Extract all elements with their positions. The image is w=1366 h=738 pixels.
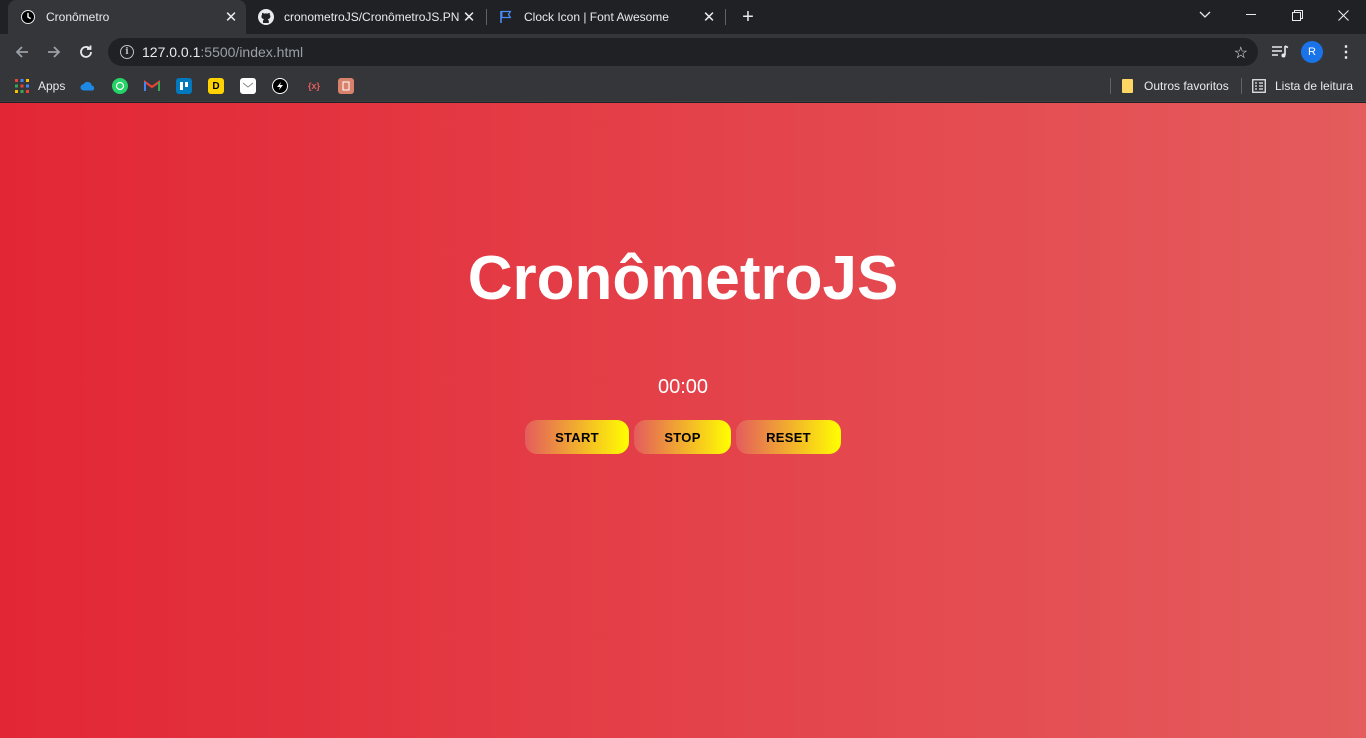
stop-button[interactable]: STOP (634, 420, 731, 454)
bolt-icon (272, 78, 288, 94)
close-window-button[interactable] (1320, 0, 1366, 30)
bookmark-other-favorites[interactable]: Outros favoritos (1120, 76, 1229, 96)
bookmark-trello[interactable] (176, 76, 192, 96)
envelope-icon (240, 78, 256, 94)
tab-title: Cronômetro (46, 10, 110, 24)
onedrive-cloud-icon (80, 78, 96, 94)
bookmark-onedrive[interactable] (80, 76, 96, 96)
github-icon (258, 9, 274, 25)
minimize-button[interactable] (1228, 0, 1274, 30)
forward-arrow-icon[interactable] (42, 40, 66, 64)
restore-button[interactable] (1274, 0, 1320, 30)
tab-strip: Cronômetro ✕ cronometroJS/CronômetroJS.P… (0, 0, 1366, 34)
bookmark-separator (1241, 78, 1242, 94)
new-tab-button[interactable]: + (737, 6, 759, 28)
bookmark-apps[interactable]: Apps (14, 76, 65, 96)
variable-x-icon: {x} (307, 81, 320, 91)
bookmark-bolt[interactable] (272, 76, 288, 96)
tab-separator (725, 9, 726, 25)
tab-title: cronometroJS/CronômetroJS.PNG (284, 10, 460, 24)
tab-cronometro[interactable]: Cronômetro ✕ (8, 0, 246, 34)
info-icon[interactable]: i (120, 45, 134, 59)
tab-title: Clock Icon | Font Awesome (524, 10, 669, 24)
close-tab-icon[interactable]: ✕ (222, 8, 240, 26)
reload-icon[interactable] (74, 40, 98, 64)
tab-search-icon[interactable] (1182, 0, 1228, 30)
reading-queue-icon[interactable] (1268, 40, 1292, 64)
timer-display: 00:00 (657, 376, 709, 398)
trello-icon (176, 78, 192, 94)
whatsapp-icon (112, 78, 128, 94)
start-button[interactable]: START (525, 420, 629, 454)
bookmark-reading-list[interactable]: Lista de leitura (1251, 76, 1353, 96)
avatar: R (1301, 41, 1323, 63)
tab-github[interactable]: cronometroJS/CronômetroJS.PNG ✕ (246, 0, 484, 34)
bookmark-gmail[interactable] (144, 76, 160, 96)
browser-toolbar: i 127.0.0.1:5500/index.html ☆ R ⋮ (0, 34, 1366, 70)
close-tab-icon[interactable]: ✕ (700, 8, 718, 26)
menu-kebab-icon[interactable]: ⋮ (1334, 40, 1358, 64)
bookmark-star-icon[interactable]: ☆ (1234, 43, 1248, 63)
back-arrow-icon[interactable] (10, 40, 34, 64)
reset-button[interactable]: RESET (736, 420, 841, 454)
bookmark-variable[interactable]: {x} (304, 76, 324, 96)
bookmark-whatsapp[interactable] (112, 76, 128, 96)
url-text: 127.0.0.1:5500/index.html (142, 44, 304, 60)
apps-grid-icon (14, 78, 30, 94)
gmail-icon (144, 78, 160, 94)
bookmarks-bar: Apps D {x} Outros favoritos Lista de lei… (0, 70, 1366, 102)
bookmark-envelope[interactable] (240, 76, 256, 96)
flag-icon (498, 9, 514, 25)
bookmark-label: Outros favoritos (1144, 79, 1229, 93)
bookmark-label: Lista de leitura (1275, 79, 1354, 93)
page-content: CronômetroJS 00:00 START STOP RESET (0, 103, 1366, 738)
clock-icon (20, 9, 36, 25)
bookmark-notebook[interactable] (338, 76, 354, 96)
close-tab-icon[interactable]: ✕ (460, 8, 478, 26)
d-logo-icon: D (208, 78, 224, 94)
reading-list-icon (1251, 78, 1267, 94)
bookmark-d[interactable]: D (208, 76, 224, 96)
bookmark-label: Apps (38, 79, 66, 93)
notebook-icon (338, 78, 354, 94)
tab-font-awesome[interactable]: Clock Icon | Font Awesome ✕ (486, 0, 724, 34)
profile-avatar[interactable]: R (1300, 40, 1324, 64)
folder-icon (1120, 78, 1136, 94)
address-bar[interactable]: i 127.0.0.1:5500/index.html ☆ (108, 38, 1258, 66)
bookmark-separator (1110, 78, 1111, 94)
page-title: CronômetroJS (467, 244, 899, 313)
